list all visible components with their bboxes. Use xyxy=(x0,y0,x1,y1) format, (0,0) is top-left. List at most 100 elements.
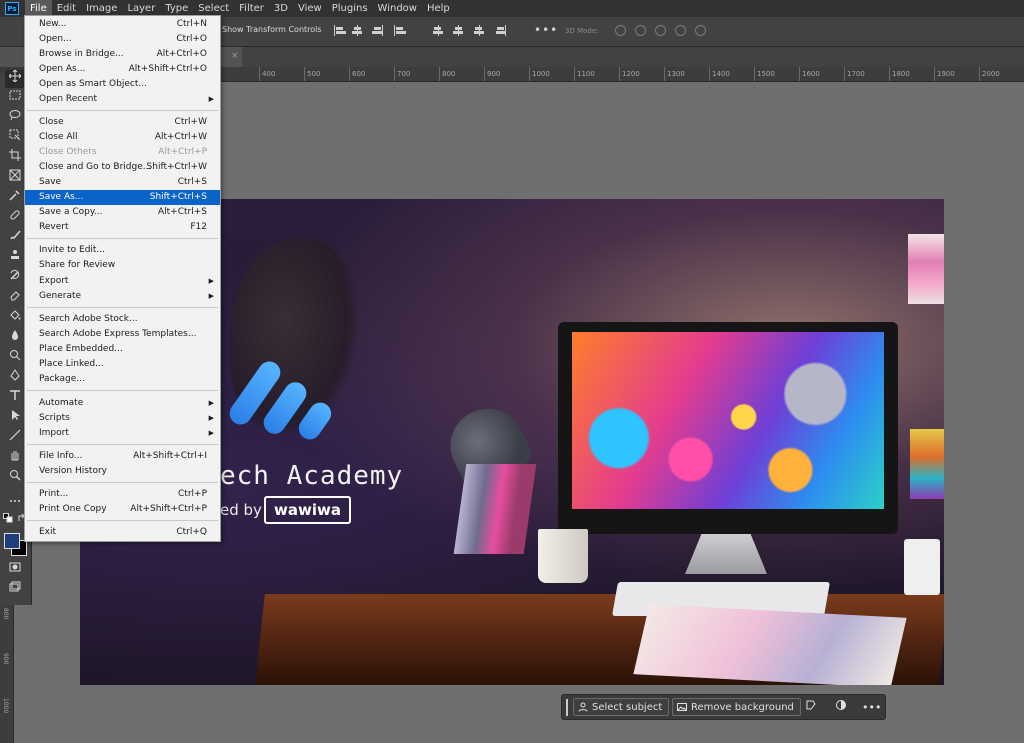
pen-tool-icon[interactable] xyxy=(5,369,25,387)
orbit-3d-icon[interactable] xyxy=(615,25,626,36)
transform-icon[interactable] xyxy=(802,699,820,717)
ruler-tick: 900 xyxy=(2,653,9,665)
menu-item-share-for-review[interactable]: Share for Review xyxy=(25,258,220,273)
brush-tool-icon[interactable] xyxy=(5,229,25,247)
submenu-arrow-icon: ▶ xyxy=(208,95,214,103)
menu-item-place-embedded[interactable]: Place Embedded... xyxy=(25,342,220,357)
pan-3d-icon[interactable] xyxy=(655,25,666,36)
menu-separator xyxy=(27,238,218,239)
align-vertical-center-icon[interactable] xyxy=(453,25,464,36)
align-top-icon[interactable] xyxy=(393,25,406,36)
foreground-color-swatch[interactable] xyxy=(4,533,20,549)
object-selection-tool-icon[interactable] xyxy=(5,129,25,147)
crop-tool-icon[interactable] xyxy=(5,149,25,167)
menu-item-export[interactable]: Export ▶ xyxy=(25,274,220,289)
3d-mode-label: 3D Mode: xyxy=(565,27,599,35)
lasso-tool-icon[interactable] xyxy=(5,109,25,127)
more-options-icon[interactable]: ••• xyxy=(862,699,881,717)
menu-item-print[interactable]: Print... Ctrl+P xyxy=(25,487,220,502)
menu-item-close[interactable]: Close Ctrl+W xyxy=(25,115,220,130)
menu-3d[interactable]: 3D xyxy=(269,0,293,17)
frame-tool-icon[interactable] xyxy=(5,169,25,187)
menu-view[interactable]: View xyxy=(293,0,327,17)
align-right-icon[interactable] xyxy=(372,25,383,36)
healing-brush-tool-icon[interactable] xyxy=(5,209,25,227)
eraser-tool-icon[interactable] xyxy=(5,289,25,307)
blur-tool-icon[interactable] xyxy=(5,329,25,347)
mug-art xyxy=(538,529,588,583)
menu-item-exit[interactable]: Exit Ctrl+Q xyxy=(25,525,220,540)
ruler-tick: 1500 xyxy=(754,67,775,81)
menu-plugins[interactable]: Plugins xyxy=(327,0,373,17)
more-options-icon[interactable]: ••• xyxy=(534,23,558,37)
wawiwa-logo: wawiwa xyxy=(264,496,351,524)
menu-item-import[interactable]: Import ▶ xyxy=(25,426,220,441)
ruler-tick: 1400 xyxy=(709,67,730,81)
menu-item-close-others: Close Others Alt+Ctrl+P xyxy=(39,147,207,157)
menu-item-generate[interactable]: Generate ▶ xyxy=(25,289,220,304)
quick-mask-icon[interactable] xyxy=(5,561,25,579)
close-tab-icon[interactable]: × xyxy=(231,51,239,61)
menu-item-print-one-copy[interactable]: Print One Copy Alt+Shift+Ctrl+P xyxy=(25,502,220,517)
path-selection-tool-icon[interactable] xyxy=(5,409,25,427)
adjustment-icon[interactable] xyxy=(832,699,850,717)
screen-mode-icon[interactable] xyxy=(5,581,25,599)
menu-item-open-recent[interactable]: Open Recent ▶ xyxy=(25,92,220,107)
menu-help[interactable]: Help xyxy=(422,0,455,17)
menu-item-close-and-go-to-bridge[interactable]: Close and Go to Bridge... Shift+Ctrl+W xyxy=(25,160,220,175)
document-tab-strip xyxy=(222,47,1024,67)
menu-item-file-info[interactable]: File Info... Alt+Shift+Ctrl+I xyxy=(25,449,220,464)
menu-item-save-a-copy[interactable]: Save a Copy... Alt+Ctrl+S xyxy=(25,205,220,220)
menu-item-scripts[interactable]: Scripts ▶ xyxy=(25,411,220,426)
menu-item-package[interactable]: Package... xyxy=(25,372,220,387)
roll-3d-icon[interactable] xyxy=(635,25,646,36)
show-transform-controls-label[interactable]: Show Transform Controls xyxy=(222,25,322,34)
history-brush-tool-icon[interactable] xyxy=(5,269,25,287)
remove-background-button[interactable]: Remove background xyxy=(672,698,801,716)
paint-bucket-tool-icon[interactable] xyxy=(5,309,25,327)
dodge-tool-icon[interactable] xyxy=(5,349,25,367)
edit-toolbar-icon[interactable] xyxy=(5,495,25,513)
menu-item-open-as[interactable]: Open As... Alt+Shift+Ctrl+O xyxy=(25,62,220,77)
menu-item-new[interactable]: New... Ctrl+N xyxy=(25,17,220,32)
type-tool-icon[interactable] xyxy=(5,389,25,407)
menu-item-version-history[interactable]: Version History xyxy=(25,464,220,479)
menu-item-search-express-templates[interactable]: Search Adobe Express Templates... xyxy=(25,327,220,342)
camera-3d-icon[interactable] xyxy=(695,25,706,36)
menu-separator xyxy=(27,520,218,521)
menu-item-invite-to-edit[interactable]: Invite to Edit... xyxy=(25,243,220,258)
menu-item-place-linked[interactable]: Place Linked... xyxy=(25,357,220,372)
drag-handle-icon[interactable] xyxy=(566,699,568,716)
menu-item-search-adobe-stock[interactable]: Search Adobe Stock... xyxy=(25,312,220,327)
menu-filter[interactable]: Filter xyxy=(234,0,269,17)
menu-item-revert[interactable]: Revert F12 xyxy=(25,220,220,235)
books-art xyxy=(453,464,537,554)
line-tool-icon[interactable] xyxy=(5,429,25,447)
menu-item-open[interactable]: Open... Ctrl+O xyxy=(25,32,220,47)
align-left-icon[interactable] xyxy=(333,25,346,36)
distribute-icon[interactable] xyxy=(496,25,507,36)
hand-tool-icon[interactable] xyxy=(5,449,25,467)
menu-item-browse-in-bridge[interactable]: Browse in Bridge... Alt+Ctrl+O xyxy=(25,47,220,62)
menu-item-save[interactable]: Save Ctrl+S xyxy=(25,175,220,190)
eyedropper-tool-icon[interactable] xyxy=(5,189,25,207)
default-colors-icon[interactable] xyxy=(2,513,14,525)
menu-item-save-as[interactable]: Save As... Shift+Ctrl+S xyxy=(25,190,220,205)
menu-window[interactable]: Window xyxy=(373,0,422,17)
align-center-h-icon[interactable] xyxy=(352,25,363,36)
align-top-edge-icon[interactable] xyxy=(433,25,444,36)
clone-stamp-tool-icon[interactable] xyxy=(5,249,25,267)
menu-item-open-as-smart-object[interactable]: Open as Smart Object... xyxy=(25,77,220,92)
move-tool-icon[interactable] xyxy=(5,69,25,88)
ruler-tick: 1100 xyxy=(574,67,595,81)
align-bottom-edge-icon[interactable] xyxy=(474,25,485,36)
ruler-tick: 2000 xyxy=(979,67,1000,81)
zoom-tool-icon[interactable] xyxy=(5,469,25,487)
ruler-tick: 600 xyxy=(349,67,365,81)
select-subject-button[interactable]: Select subject xyxy=(573,698,670,716)
marquee-tool-icon[interactable] xyxy=(5,89,25,107)
menu-item-close-all[interactable]: Close All Alt+Ctrl+W xyxy=(25,130,220,145)
menu-item-automate[interactable]: Automate ▶ xyxy=(25,396,220,411)
slide-3d-icon[interactable] xyxy=(675,25,686,36)
ruler-tick: 800 xyxy=(2,608,9,620)
